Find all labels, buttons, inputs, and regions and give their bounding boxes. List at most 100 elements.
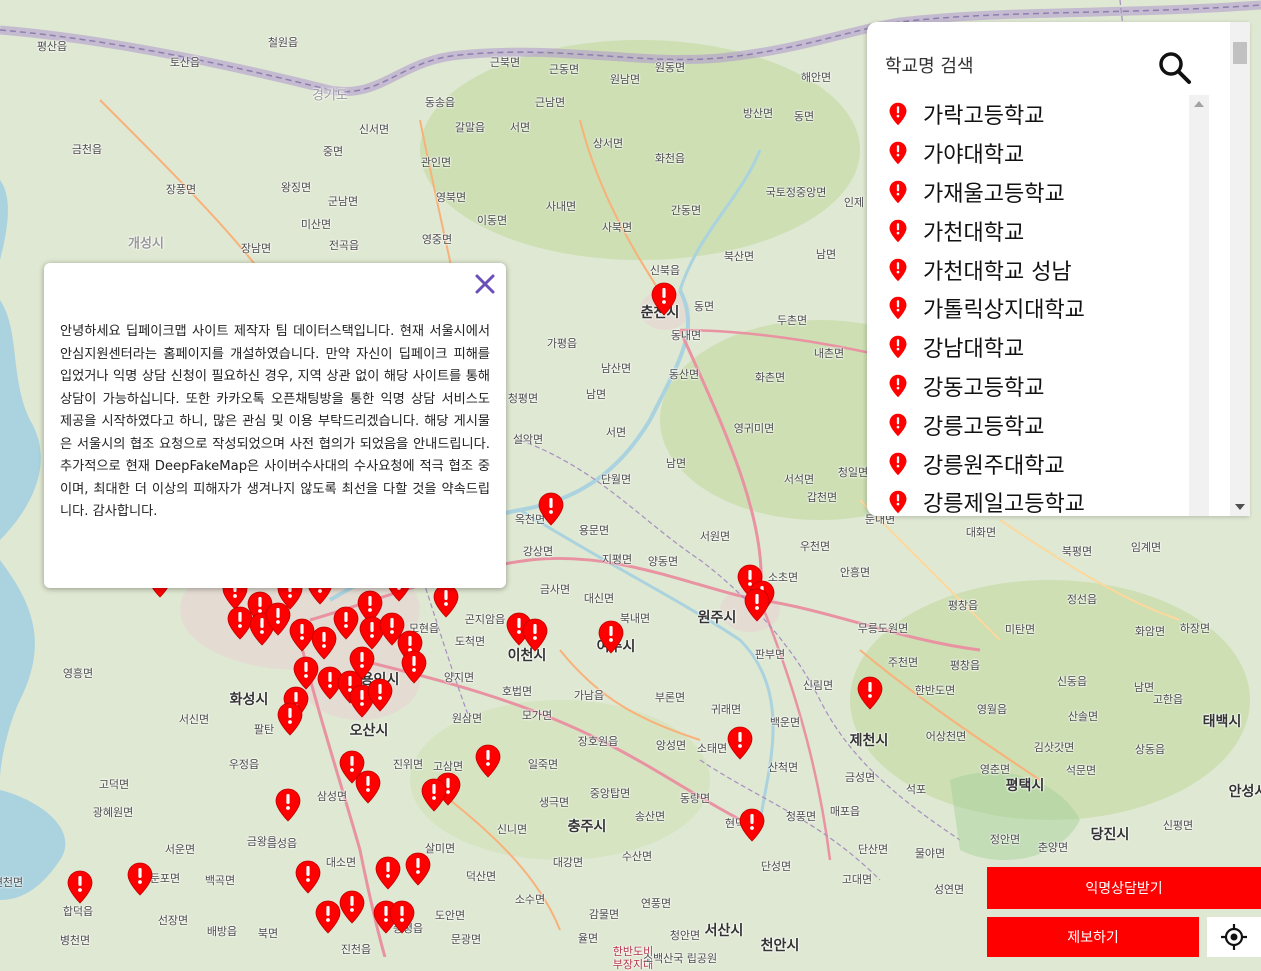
school-list-item[interactable]: 가락고등학교 [887,95,1187,134]
map-marker-icon[interactable] [522,618,548,652]
scroll-down-arrow-icon[interactable] [1235,504,1245,510]
place-label: 내촌면 [813,347,845,360]
place-label: 동송읍 [424,96,456,109]
map-marker-icon [887,102,909,126]
map-marker-icon[interactable] [405,852,431,886]
school-name: 가락고등학교 [923,104,1045,130]
map-marker-icon[interactable] [538,492,564,526]
school-list-item[interactable]: 강남대학교 [887,328,1187,367]
map-marker-icon[interactable] [349,646,375,680]
map-marker-icon[interactable] [127,862,153,896]
school-list-item[interactable]: 가천대학교 성남 [887,250,1187,289]
school-list-item[interactable]: 가야대학교 [887,134,1187,173]
map-marker-icon [887,413,909,437]
map-marker-icon[interactable] [339,890,365,924]
school-list-item[interactable]: 강동고등학교 [887,367,1187,406]
place-label: 정선읍 [1066,593,1098,606]
map-marker-icon[interactable] [355,770,381,804]
place-label: 오산시 [349,723,389,739]
place-label: 금천읍 [71,143,103,156]
map-marker-icon[interactable] [67,870,93,904]
close-icon[interactable] [472,271,498,297]
school-search-input[interactable] [885,50,1135,82]
place-label: 북면 [257,927,279,940]
school-list[interactable]: 가락고등학교가야대학교 가재울고등학교 가천대학교 가천대학교 성남가톨릭상지대학교강… [887,95,1187,516]
place-label: 근동면 [548,63,580,76]
place-label: 강상면 [522,545,554,558]
map-marker-icon[interactable] [401,650,427,684]
place-label: 중앙탑면 [589,787,631,800]
map-marker-icon[interactable] [389,900,415,934]
place-label: 화성시 [229,692,269,708]
school-list-item[interactable]: 강릉고등학교 [887,405,1187,444]
place-label: 가남읍 [573,689,605,702]
scroll-up-arrow-icon[interactable] [1194,101,1204,107]
place-label: 원남면 [609,73,641,86]
place-label: 임계면 [1130,541,1162,554]
place-label: 남면 [815,248,837,261]
place-label: 장풍면 [165,183,197,196]
school-name: 가톨릭상지대학교 [923,298,1085,324]
map-marker-icon[interactable] [375,856,401,890]
place-label: 모가면 [521,709,553,722]
place-label: 병천면 [59,934,91,947]
map-marker-icon[interactable] [727,726,753,760]
place-label: 제천시 [849,733,889,749]
place-label: 신림면 [802,679,834,692]
place-label: 갈말읍 [454,121,486,134]
anonymous-counsel-button[interactable]: 익명상담받기 [987,867,1261,909]
map-marker-icon[interactable] [433,584,459,618]
scrollbar-thumb[interactable] [1233,42,1247,64]
school-list-item[interactable]: 강릉제일고등학교 [887,483,1187,516]
map-marker-icon[interactable] [598,620,624,654]
place-label: 청풍면 [785,810,817,823]
map-marker-icon[interactable] [333,606,359,640]
map-marker-icon[interactable] [744,588,770,622]
map-marker-icon[interactable] [293,656,319,690]
place-label: 선장면 [157,914,189,927]
map-marker-icon [887,490,909,514]
report-button[interactable]: 제보하기 [987,917,1199,957]
map-marker-icon[interactable] [367,678,393,712]
school-name: 강릉고등학교 [923,414,1045,440]
map-marker-icon[interactable] [277,702,303,736]
place-label: 수산면 [621,850,653,863]
map-marker-icon [887,219,909,243]
panel-scrollbar[interactable] [1230,22,1250,516]
place-label: 영귀미면 [733,422,775,435]
place-label: 동내면 [670,329,702,342]
place-label: 단산면 [857,843,889,856]
place-label: 신동읍 [1056,675,1088,688]
map-marker-icon[interactable] [295,860,321,894]
place-label: 서원면 [699,530,731,543]
map-marker-icon[interactable] [651,282,677,316]
map-marker-icon[interactable] [275,788,301,822]
map-marker-icon[interactable] [739,808,765,842]
school-list-item[interactable]: 가재울고등학교 [887,173,1187,212]
place-label: 원삼면 [451,712,483,725]
place-label: 원주시 [697,610,737,626]
school-list-item[interactable]: 강릉원주대학교 [887,444,1187,483]
school-name: 강동고등학교 [923,375,1045,401]
map-marker-icon[interactable] [421,778,447,812]
place-label: 성연면 [933,883,965,896]
place-label: 김삿갓면 [1033,741,1075,754]
map-marker-icon[interactable] [857,676,883,710]
place-label: 신북읍 [649,264,681,277]
map-marker-icon[interactable] [475,744,501,778]
place-label: 둔포면 [149,872,181,885]
school-list-item[interactable]: 가톨릭상지대학교 [887,289,1187,328]
place-label: 도척면 [454,635,486,648]
school-list-item[interactable]: 가천대학교 [887,211,1187,250]
place-label: 배방읍 [206,925,238,938]
map-marker-icon[interactable] [265,602,291,636]
place-label: 남산면 [600,362,632,375]
place-label: 철원읍 [267,36,299,49]
map-marker-icon[interactable] [315,900,341,934]
list-scrollbar[interactable] [1189,95,1209,516]
place-label: 서신면 [178,713,210,726]
search-icon[interactable] [1157,50,1193,86]
crosshair-icon[interactable] [1207,917,1261,957]
sea-area [0,180,8,260]
place-label: 대소면 [325,856,357,869]
